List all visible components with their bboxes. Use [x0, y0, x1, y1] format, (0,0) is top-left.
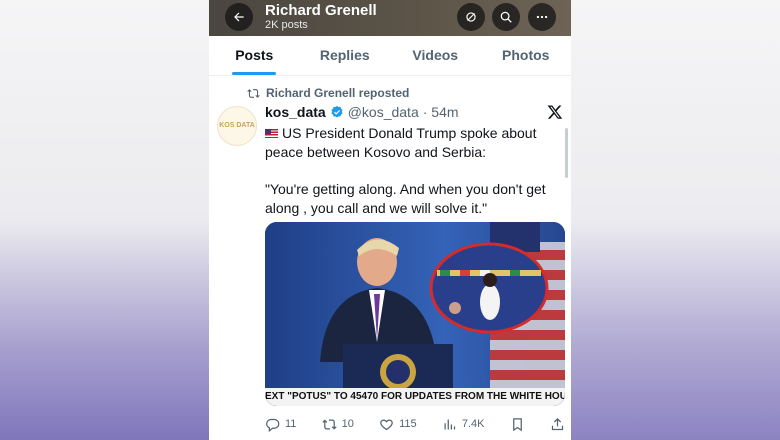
more-button[interactable] — [528, 3, 556, 31]
tab-videos[interactable]: Videos — [390, 36, 481, 75]
media-photo-illustration — [265, 222, 565, 406]
search-icon — [500, 11, 512, 23]
post-action-bar: 11 10 115 7.4K — [265, 414, 565, 434]
active-tab-indicator — [232, 72, 277, 75]
search-button[interactable] — [492, 3, 520, 31]
repost-icon — [247, 88, 260, 98]
grok-button[interactable] — [457, 3, 485, 31]
scrollbar[interactable] — [565, 128, 568, 178]
avatar[interactable]: KOS DATA — [217, 106, 257, 146]
media-caption-banner: EXT "POTUS" TO 45470 FOR UPDATES FROM TH… — [265, 388, 565, 406]
repost-button[interactable]: 10 — [321, 417, 354, 432]
app-window: Richard Grenell 2K posts Posts Replies V… — [209, 0, 571, 440]
views-button[interactable]: 7.4K — [442, 417, 485, 432]
reply-icon — [266, 418, 280, 432]
post-text-paragraph-1: US President Donald Trump spoke about pe… — [265, 125, 537, 160]
heart-icon — [380, 418, 393, 430]
post-text-paragraph-2: "You're getting along. And when you don'… — [265, 181, 546, 216]
background-right — [571, 0, 780, 440]
bookmark-button[interactable] — [510, 417, 525, 432]
author-name[interactable]: kos_data — [265, 104, 326, 120]
repost-indicator: Richard Grenell reposted — [247, 86, 409, 100]
x-logo-icon — [547, 104, 563, 125]
profile-name: Richard Grenell — [265, 2, 377, 19]
tab-label: Replies — [319, 47, 370, 63]
post-body: US President Donald Trump spoke about pe… — [265, 124, 555, 236]
post-media-image[interactable]: EXT "POTUS" TO 45470 FOR UPDATES FROM TH… — [265, 222, 565, 406]
views-chart-icon — [444, 419, 455, 429]
post-count: 2K posts — [265, 19, 308, 31]
tab-label: Photos — [502, 47, 550, 63]
background-left — [0, 0, 209, 440]
like-button[interactable]: 115 — [379, 417, 417, 432]
profile-header: Richard Grenell 2K posts — [209, 0, 571, 36]
author-handle[interactable]: @kos_data — [348, 104, 419, 120]
repost-count: 10 — [341, 418, 354, 430]
tab-label: Posts — [235, 47, 274, 63]
view-count: 7.4K — [461, 418, 485, 430]
share-button[interactable] — [550, 417, 565, 432]
back-arrow-icon — [234, 12, 244, 22]
us-flag-icon — [265, 129, 278, 138]
post-time[interactable]: · 54m — [423, 104, 459, 120]
reply-count: 11 — [285, 418, 297, 430]
avatar-text: KOS DATA — [219, 122, 255, 129]
profile-tabs: Posts Replies Videos Photos — [209, 36, 571, 76]
tab-replies[interactable]: Replies — [300, 36, 391, 75]
tab-label: Videos — [412, 47, 459, 63]
repost-label: Richard Grenell reposted — [266, 86, 410, 100]
reply-button[interactable]: 11 — [265, 417, 296, 432]
tab-posts[interactable]: Posts — [209, 36, 300, 75]
media-caption-text: EXT "POTUS" TO 45470 FOR UPDATES FROM TH… — [265, 391, 565, 402]
grok-icon — [466, 12, 476, 22]
repost-icon — [321, 418, 337, 430]
verified-badge-icon — [331, 105, 343, 118]
tab-photos[interactable]: Photos — [481, 36, 572, 75]
bookmark-icon — [512, 417, 522, 431]
like-count: 115 — [399, 418, 417, 430]
post-header: kos_data @kos_data · 54m — [265, 104, 459, 120]
more-icon — [536, 15, 548, 19]
back-button[interactable] — [225, 3, 253, 31]
profile-title-block: Richard Grenell 2K posts — [265, 2, 377, 32]
share-icon — [551, 417, 564, 430]
